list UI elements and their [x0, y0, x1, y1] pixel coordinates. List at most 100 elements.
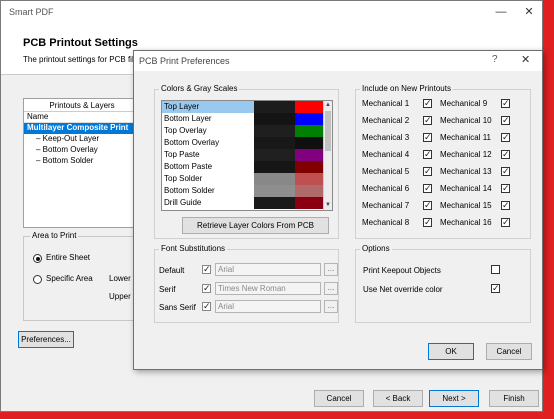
layer-color-row[interactable]: Bottom Solder: [162, 185, 325, 197]
mechanical-checkbox[interactable]: ✓: [423, 99, 432, 108]
mechanical-checkbox[interactable]: ✓: [423, 167, 432, 176]
mechanical-label: Mechanical 12: [440, 150, 492, 159]
entire-sheet-label: Entire Sheet: [46, 253, 91, 262]
print-keepout-checkbox[interactable]: [491, 265, 500, 274]
gray-swatch[interactable]: [254, 173, 295, 185]
inner-cancel-button[interactable]: Cancel: [486, 343, 532, 360]
mechanical-checkbox[interactable]: ✓: [501, 201, 510, 210]
mechanical-label: Mechanical 1: [362, 99, 410, 108]
layer-color-row[interactable]: Top Layer: [162, 101, 325, 113]
font-serif-browse-button[interactable]: ...: [324, 282, 338, 295]
color-list-scrollbar[interactable]: ▲ ▼: [323, 101, 332, 210]
tree-item-bottom-overlay[interactable]: – Bottom Overlay: [24, 145, 140, 156]
next-button[interactable]: Next >: [429, 390, 479, 407]
layer-name: Bottom Overlay: [164, 138, 220, 147]
layer-color-row[interactable]: Bottom Overlay: [162, 137, 325, 149]
color-swatch[interactable]: [295, 197, 325, 209]
gray-swatch[interactable]: [254, 137, 295, 149]
font-sans-browse-button[interactable]: ...: [324, 300, 338, 313]
layer-color-list[interactable]: Top Layer Bottom Layer Top Overlay Bottom O…: [161, 100, 333, 211]
color-swatch[interactable]: [295, 137, 325, 149]
font-substitutions-group: Font Substitutions Default ✓ Arial ... S…: [154, 244, 339, 323]
tree-item-label: Bottom Solder: [42, 156, 94, 165]
font-substitutions-label: Font Substitutions: [159, 244, 228, 253]
mechanical-label: Mechanical 3: [362, 133, 410, 142]
gray-swatch[interactable]: [254, 197, 295, 209]
font-sans-field[interactable]: Arial: [215, 300, 321, 313]
mechanical-checkbox[interactable]: ✓: [423, 201, 432, 210]
include-printouts-label: Include on New Printouts: [360, 84, 453, 93]
scroll-up-icon[interactable]: ▲: [324, 101, 332, 110]
mechanical-label: Mechanical 9: [440, 99, 488, 108]
tree-item-composite[interactable]: Multilayer Composite Print: [24, 123, 140, 134]
gray-swatch[interactable]: [254, 125, 295, 137]
gray-swatch[interactable]: [254, 185, 295, 197]
layer-color-row[interactable]: Top Overlay: [162, 125, 325, 137]
mechanical-label: Mechanical 15: [440, 201, 492, 210]
font-default-checkbox[interactable]: ✓: [202, 265, 211, 274]
font-serif-field[interactable]: Times New Roman: [215, 282, 321, 295]
scroll-thumb[interactable]: [325, 111, 331, 151]
layer-name: Top Solder: [164, 174, 203, 183]
mechanical-checkbox[interactable]: ✓: [501, 184, 510, 193]
layer-color-row[interactable]: Bottom Paste: [162, 161, 325, 173]
help-icon[interactable]: ?: [492, 54, 498, 65]
color-swatch[interactable]: [295, 113, 325, 125]
mechanical-checkbox[interactable]: ✓: [501, 133, 510, 142]
mechanical-checkbox[interactable]: ✓: [501, 218, 510, 227]
preferences-button[interactable]: Preferences...: [18, 331, 74, 348]
layer-name: Drill Guide: [164, 198, 202, 207]
finish-button[interactable]: Finish: [489, 390, 539, 407]
color-swatch[interactable]: [295, 125, 325, 137]
font-serif-checkbox[interactable]: ✓: [202, 284, 211, 293]
retrieve-colors-button[interactable]: Retrieve Layer Colors From PCB: [182, 217, 329, 234]
outer-cancel-button[interactable]: Cancel: [314, 390, 364, 407]
mechanical-checkbox[interactable]: ✓: [501, 116, 510, 125]
net-override-label: Use Net override color: [363, 285, 443, 294]
layer-color-row[interactable]: Top Solder: [162, 173, 325, 185]
back-button[interactable]: < Back: [373, 390, 423, 407]
mechanical-checkbox[interactable]: ✓: [501, 150, 510, 159]
minimize-icon[interactable]: —: [487, 1, 515, 23]
color-swatch[interactable]: [295, 101, 325, 113]
color-swatch[interactable]: [295, 161, 325, 173]
font-sans-checkbox[interactable]: ✓: [202, 302, 211, 311]
color-swatch[interactable]: [295, 185, 325, 197]
layer-name: Bottom Solder: [164, 186, 215, 195]
options-group: Options Print Keepout Objects Use Net ov…: [355, 244, 531, 323]
mechanical-label: Mechanical 2: [362, 116, 410, 125]
scroll-down-icon[interactable]: ▼: [324, 201, 332, 210]
layer-color-row[interactable]: Bottom Layer: [162, 113, 325, 125]
tree-item-bottom-solder[interactable]: – Bottom Solder: [24, 156, 140, 167]
layer-color-row[interactable]: Drill Guide: [162, 197, 325, 209]
color-swatch[interactable]: [295, 173, 325, 185]
ok-button[interactable]: OK: [428, 343, 474, 360]
close-icon[interactable]: ✕: [521, 53, 530, 66]
mechanical-checkbox[interactable]: ✓: [423, 218, 432, 227]
font-default-browse-button[interactable]: ...: [324, 263, 338, 276]
font-default-field[interactable]: Arial: [215, 263, 321, 276]
color-swatch[interactable]: [295, 149, 325, 161]
tree-item-keepout[interactable]: – Keep-Out Layer: [24, 134, 140, 145]
gray-swatch[interactable]: [254, 101, 295, 113]
mechanical-checkbox[interactable]: ✓: [423, 133, 432, 142]
specific-area-radio[interactable]: [33, 275, 42, 284]
gray-swatch[interactable]: [254, 149, 295, 161]
layer-name: Top Overlay: [164, 126, 207, 135]
layer-color-row[interactable]: Top Paste: [162, 149, 325, 161]
specific-area-label: Specific Area: [46, 274, 93, 283]
gray-swatch[interactable]: [254, 113, 295, 125]
mechanical-checkbox[interactable]: ✓: [423, 116, 432, 125]
close-icon[interactable]: ✕: [515, 1, 543, 23]
column-name-header[interactable]: Name: [24, 112, 140, 123]
gray-swatch[interactable]: [254, 161, 295, 173]
mechanical-checkbox[interactable]: ✓: [501, 167, 510, 176]
page-title: PCB Printout Settings: [23, 37, 138, 49]
mechanical-checkbox[interactable]: ✓: [423, 150, 432, 159]
layer-name: Top Paste: [164, 150, 200, 159]
mechanical-checkbox[interactable]: ✓: [501, 99, 510, 108]
layer-name: Top Layer: [162, 101, 254, 113]
entire-sheet-radio[interactable]: [33, 254, 42, 263]
net-override-checkbox[interactable]: ✓: [491, 284, 500, 293]
mechanical-checkbox[interactable]: ✓: [423, 184, 432, 193]
